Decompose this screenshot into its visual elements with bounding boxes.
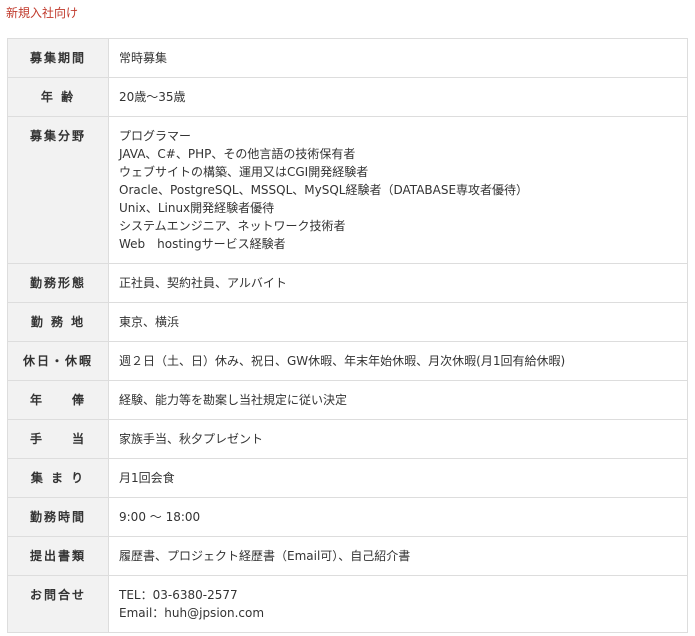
row-value: 正社員、契約社員、アルバイト bbox=[108, 263, 688, 303]
table-row-work-location: 勤 務 地 東京、横浜 bbox=[7, 302, 688, 342]
value-line: 経験、能力等を勘案し当社規定に従い決定 bbox=[119, 393, 348, 407]
row-value: 月1回会食 bbox=[108, 458, 688, 498]
table-row-age: 年 齢 20歳〜35歳 bbox=[7, 77, 688, 117]
row-label: 勤 務 地 bbox=[7, 302, 109, 342]
value-line: 月1回会食 bbox=[119, 471, 175, 485]
value-line: 20歳〜35歳 bbox=[119, 90, 186, 104]
table-row-annual-salary: 年 俸 経験、能力等を勘案し当社規定に従い決定 bbox=[7, 380, 688, 420]
row-value: 9:00 〜 18:00 bbox=[108, 497, 688, 537]
table-row-allowances: 手 当 家族手当、秋夕プレゼント bbox=[7, 419, 688, 459]
table-row-employment-type: 勤務形態 正社員、契約社員、アルバイト bbox=[7, 263, 688, 303]
value-line: ウェブサイトの構築、運用又はCGI開発経験者 bbox=[119, 165, 369, 179]
table-row-documents: 提出書類 履歴書、プロジェクト経歴書（Email可）、自己紹介書 bbox=[7, 536, 688, 576]
value-line: 家族手当、秋夕プレゼント bbox=[119, 432, 264, 446]
value-line: Oracle、PostgreSQL、MSSQL、MySQL経験者（DATABAS… bbox=[119, 183, 529, 197]
value-line: プログラマー bbox=[119, 129, 192, 143]
row-label: 年 齢 bbox=[7, 77, 109, 117]
value-line: Web hostingサービス経験者 bbox=[119, 237, 286, 251]
row-label: 提出書類 bbox=[7, 536, 109, 576]
row-value: 常時募集 bbox=[108, 38, 688, 78]
row-label: 手 当 bbox=[7, 419, 109, 459]
row-value: 週２日（土、日）休み、祝日、GW休暇、年末年始休暇、月次休暇(月1回有給休暇) bbox=[108, 341, 688, 381]
value-line: 常時募集 bbox=[119, 51, 168, 65]
row-value: 東京、横浜 bbox=[108, 302, 688, 342]
row-value: 20歳〜35歳 bbox=[108, 77, 688, 117]
row-value: プログラマー JAVA、C#、PHP、その他言語の技術保有者 ウェブサイトの構築… bbox=[108, 116, 688, 264]
row-label: 年 俸 bbox=[7, 380, 109, 420]
value-line: JAVA、C#、PHP、その他言語の技術保有者 bbox=[119, 147, 356, 161]
recruitment-table: 募集期間 常時募集 年 齢 20歳〜35歳 募集分野 プログラマー JAVA、C… bbox=[7, 38, 688, 633]
value-line: 履歴書、プロジェクト経歴書（Email可）、自己紹介書 bbox=[119, 549, 411, 563]
row-label: 勤務時間 bbox=[7, 497, 109, 537]
row-label: お問合せ bbox=[7, 575, 109, 633]
table-row-contact: お問合せ TEL：03-6380-2577 Email：huh@jpsion.c… bbox=[7, 575, 688, 633]
row-value: 家族手当、秋夕プレゼント bbox=[108, 419, 688, 459]
table-row-recruitment-period: 募集期間 常時募集 bbox=[7, 38, 688, 78]
row-label: 勤務形態 bbox=[7, 263, 109, 303]
row-label: 休日・休暇 bbox=[7, 341, 109, 381]
value-line: 正社員、契約社員、アルバイト bbox=[119, 276, 287, 290]
contact-phone: TEL：03-6380-2577 bbox=[119, 588, 238, 602]
row-label: 募集分野 bbox=[7, 116, 109, 264]
row-value: 履歴書、プロジェクト経歴書（Email可）、自己紹介書 bbox=[108, 536, 688, 576]
value-line: Unix、Linux開発経験者優待 bbox=[119, 201, 275, 215]
row-label: 集 ま り bbox=[7, 458, 109, 498]
row-value: TEL：03-6380-2577 Email：huh@jpsion.com bbox=[108, 575, 688, 633]
table-row-field: 募集分野 プログラマー JAVA、C#、PHP、その他言語の技術保有者 ウェブサ… bbox=[7, 116, 688, 264]
value-line: 週２日（土、日）休み、祝日、GW休暇、年末年始休暇、月次休暇(月1回有給休暇) bbox=[119, 354, 566, 368]
table-row-holidays: 休日・休暇 週２日（土、日）休み、祝日、GW休暇、年末年始休暇、月次休暇(月1回… bbox=[7, 341, 688, 381]
contact-email: Email：huh@jpsion.com bbox=[119, 606, 265, 620]
value-line: 9:00 〜 18:00 bbox=[119, 510, 201, 524]
value-line: 東京、横浜 bbox=[119, 315, 180, 329]
table-row-gatherings: 集 ま り 月1回会食 bbox=[7, 458, 688, 498]
section-title: 新規入社向け bbox=[6, 6, 79, 20]
table-row-working-hours: 勤務時間 9:00 〜 18:00 bbox=[7, 497, 688, 537]
row-value: 経験、能力等を勘案し当社規定に従い決定 bbox=[108, 380, 688, 420]
row-label: 募集期間 bbox=[7, 38, 109, 78]
value-line: システムエンジニア、ネットワーク技術者 bbox=[119, 219, 346, 233]
